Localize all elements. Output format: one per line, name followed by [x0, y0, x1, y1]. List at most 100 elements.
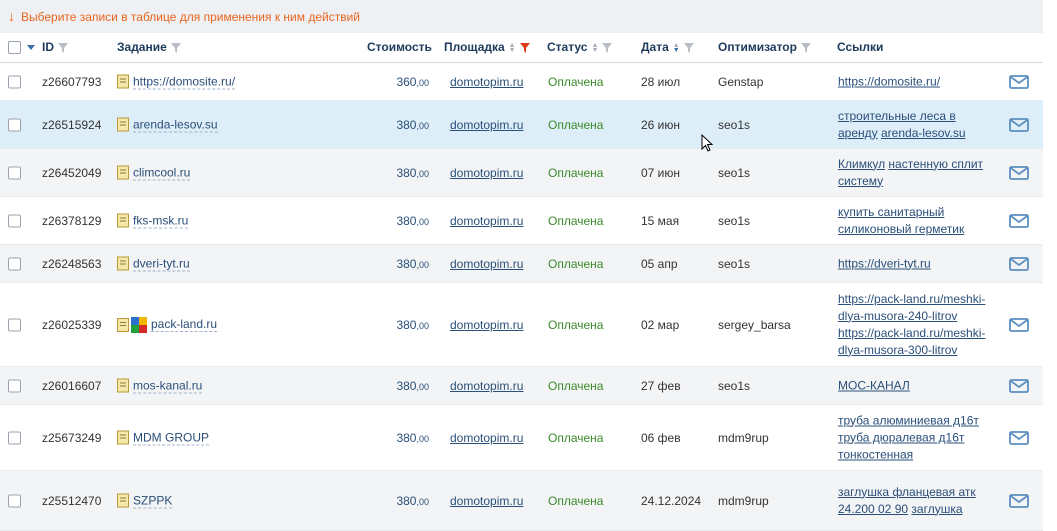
task-link[interactable]: fks-msk.ru: [133, 213, 189, 228]
mail-icon[interactable]: [1009, 317, 1029, 332]
mail-icon[interactable]: [1009, 74, 1029, 89]
row-checkbox[interactable]: [8, 118, 21, 131]
select-all-checkbox[interactable]: [8, 41, 21, 54]
task-link[interactable]: MDM GROUP: [133, 430, 209, 445]
row-checkbox[interactable]: [8, 431, 21, 444]
mail-icon[interactable]: [1009, 493, 1029, 508]
row-checkbox[interactable]: [8, 75, 21, 88]
row-id: z25673249: [42, 430, 102, 445]
task-link[interactable]: climcool.ru: [133, 165, 191, 180]
row-links: строительные леса в аренду arenda-lesov.…: [838, 108, 998, 142]
row-site-link[interactable]: domotopim.ru: [450, 431, 523, 445]
row-site-link[interactable]: domotopim.ru: [450, 118, 523, 132]
mail-icon[interactable]: [1009, 256, 1029, 271]
sort-desc-icon[interactable]: ▲ ▼: [673, 42, 680, 54]
sort-icon[interactable]: ▲ ▼: [509, 42, 516, 54]
filter-icon[interactable]: [602, 42, 613, 53]
row-checkbox[interactable]: [8, 318, 21, 331]
table-row[interactable]: z25673249 MDM GROUP 380,00 domotopim.ru Опла…: [0, 405, 1043, 471]
row-status: Оплачена: [548, 74, 604, 89]
row-checkbox[interactable]: [8, 494, 21, 507]
row-optimizer: sergey_barsa: [718, 317, 791, 332]
filter-icon[interactable]: [800, 42, 811, 53]
row-site-link[interactable]: domotopim.ru: [450, 75, 523, 89]
filter-active-icon[interactable]: [519, 42, 530, 53]
col-task[interactable]: Задание: [117, 33, 181, 62]
anchor-link[interactable]: arenda-lesov.su: [881, 126, 966, 140]
row-checkbox[interactable]: [8, 379, 21, 392]
filter-icon[interactable]: [170, 42, 181, 53]
col-optimizer[interactable]: Оптимизатор: [718, 33, 811, 62]
row-site-link[interactable]: domotopim.ru: [450, 494, 523, 508]
row-site-link[interactable]: domotopim.ru: [450, 166, 523, 180]
col-status[interactable]: Статус ▲ ▼: [547, 33, 613, 62]
task-link[interactable]: mos-kanal.ru: [133, 378, 203, 393]
document-icon: [117, 74, 129, 89]
mail-icon[interactable]: [1009, 213, 1029, 228]
row-links: https://dveri-tyt.ru: [838, 255, 998, 272]
anchor-link[interactable]: https://dveri-tyt.ru: [838, 256, 931, 270]
row-site-link[interactable]: domotopim.ru: [450, 257, 523, 271]
task-link[interactable]: https://domosite.ru/: [133, 74, 236, 89]
document-icon: [117, 430, 129, 445]
selection-hint: ↓ Выберите записи в таблице для применени…: [0, 0, 1043, 33]
table-row[interactable]: z26248563 dveri-tyt.ru 380,00 domotopim.ru О…: [0, 245, 1043, 283]
table-row[interactable]: z26515924 arenda-lesov.su 380,00 domotopim.…: [0, 101, 1043, 149]
caret-down-icon[interactable]: [27, 44, 36, 51]
row-task[interactable]: fks-msk.ru: [117, 213, 189, 228]
table-row[interactable]: z26607793 https://domosite.ru/360,00 domot…: [0, 63, 1043, 101]
row-links: МОС-КАНАЛ: [838, 377, 998, 394]
col-site[interactable]: Площадка ▲ ▼: [444, 33, 530, 62]
anchor-link[interactable]: https://pack-land.ru/meshki-dlya-musora-…: [838, 292, 985, 323]
anchor-link[interactable]: купить санитарный силиконовый герметик: [838, 205, 964, 236]
task-link[interactable]: SZPPK: [133, 493, 173, 508]
row-task[interactable]: mos-kanal.ru: [117, 378, 203, 393]
task-link[interactable]: arenda-lesov.su: [133, 117, 218, 132]
col-date[interactable]: Дата ▲ ▼: [641, 33, 694, 62]
filter-icon[interactable]: [683, 42, 694, 53]
table-row[interactable]: z26016607 mos-kanal.ru 380,00 domotopim.ru О…: [0, 367, 1043, 405]
table-row[interactable]: z26452049 climcool.ru 380,00 domotopim.ru Оп…: [0, 149, 1043, 197]
mail-icon[interactable]: [1009, 117, 1029, 132]
anchor-link[interactable]: заглушка: [911, 502, 962, 516]
row-task[interactable]: pack-land.ru: [117, 316, 218, 333]
document-icon: [117, 165, 129, 180]
row-task[interactable]: https://domosite.ru/: [117, 74, 236, 89]
table-row[interactable]: z25512470 SZPPK 380,00 domotopim.ru Оплачена…: [0, 471, 1043, 531]
mail-icon[interactable]: [1009, 430, 1029, 445]
row-site-link[interactable]: domotopim.ru: [450, 318, 523, 332]
col-price[interactable]: Стоимость: [367, 33, 432, 62]
anchor-link[interactable]: https://domosite.ru/: [838, 74, 940, 88]
row-task[interactable]: dveri-tyt.ru: [117, 256, 190, 271]
table-row[interactable]: z26378129 fks-msk.ru 380,00 domotopim.ru Опл…: [0, 197, 1043, 245]
row-checkbox[interactable]: [8, 166, 21, 179]
anchor-link[interactable]: труба алюминиевая д16т: [838, 413, 979, 427]
filter-icon[interactable]: [58, 42, 68, 53]
document-icon: [117, 317, 129, 332]
task-link[interactable]: dveri-tyt.ru: [133, 256, 190, 271]
task-link[interactable]: pack-land.ru: [151, 317, 218, 332]
row-task[interactable]: SZPPK: [117, 493, 173, 508]
row-site-link[interactable]: domotopim.ru: [450, 379, 523, 393]
table-row[interactable]: z26025339 pack-land.ru 380,00 domotopim.ru О…: [0, 283, 1043, 367]
col-id[interactable]: ID: [42, 33, 68, 62]
row-optimizer: seo1s: [718, 256, 751, 271]
row-optimizer: seo1s: [718, 117, 751, 132]
anchor-link[interactable]: Климкул: [838, 157, 885, 171]
anchor-link[interactable]: труба дюралевая д16т тонкостенная: [838, 430, 964, 461]
row-date: 02 мар: [641, 317, 680, 332]
anchor-link[interactable]: https://pack-land.ru/meshki-dlya-musora-…: [838, 326, 985, 357]
row-task[interactable]: MDM GROUP: [117, 430, 209, 445]
row-site-link[interactable]: domotopim.ru: [450, 214, 523, 228]
row-checkbox[interactable]: [8, 214, 21, 227]
row-checkbox[interactable]: [8, 257, 21, 270]
sort-icon[interactable]: ▲ ▼: [591, 42, 598, 54]
mail-icon[interactable]: [1009, 378, 1029, 393]
row-id: z26025339: [42, 317, 102, 332]
row-task[interactable]: arenda-lesov.su: [117, 117, 218, 132]
select-all[interactable]: [8, 41, 36, 54]
anchor-link[interactable]: МОС-КАНАЛ: [838, 378, 910, 392]
row-date: 15 мая: [641, 213, 680, 228]
row-task[interactable]: climcool.ru: [117, 165, 191, 180]
mail-icon[interactable]: [1009, 165, 1029, 180]
